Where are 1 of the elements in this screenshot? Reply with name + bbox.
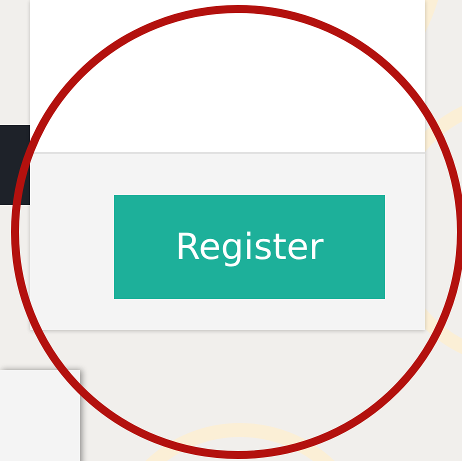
register-button[interactable]: Register bbox=[114, 195, 385, 299]
